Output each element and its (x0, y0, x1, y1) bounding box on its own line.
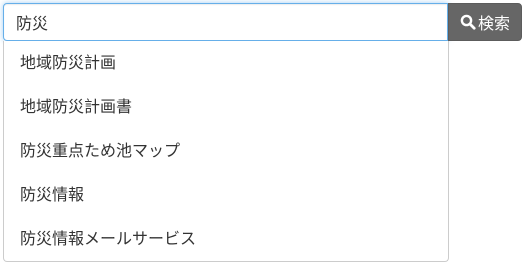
suggestion-item[interactable]: 地域防災計画 (4, 41, 448, 85)
search-icon (460, 14, 476, 30)
suggestion-list: 地域防災計画 地域防災計画書 防災重点ため池マップ 防災情報 防災情報メールサー… (3, 41, 449, 262)
search-button[interactable]: 検索 (448, 3, 522, 41)
suggestion-item[interactable]: 防災情報メールサービス (4, 217, 448, 261)
suggestion-item[interactable]: 地域防災計画書 (4, 85, 448, 129)
search-button-label: 検索 (477, 14, 510, 33)
suggestion-item[interactable]: 防災情報 (4, 173, 448, 217)
suggestion-item[interactable]: 防災重点ため池マップ (4, 129, 448, 173)
search-input[interactable] (3, 3, 448, 41)
search-bar: 検索 (3, 3, 522, 41)
